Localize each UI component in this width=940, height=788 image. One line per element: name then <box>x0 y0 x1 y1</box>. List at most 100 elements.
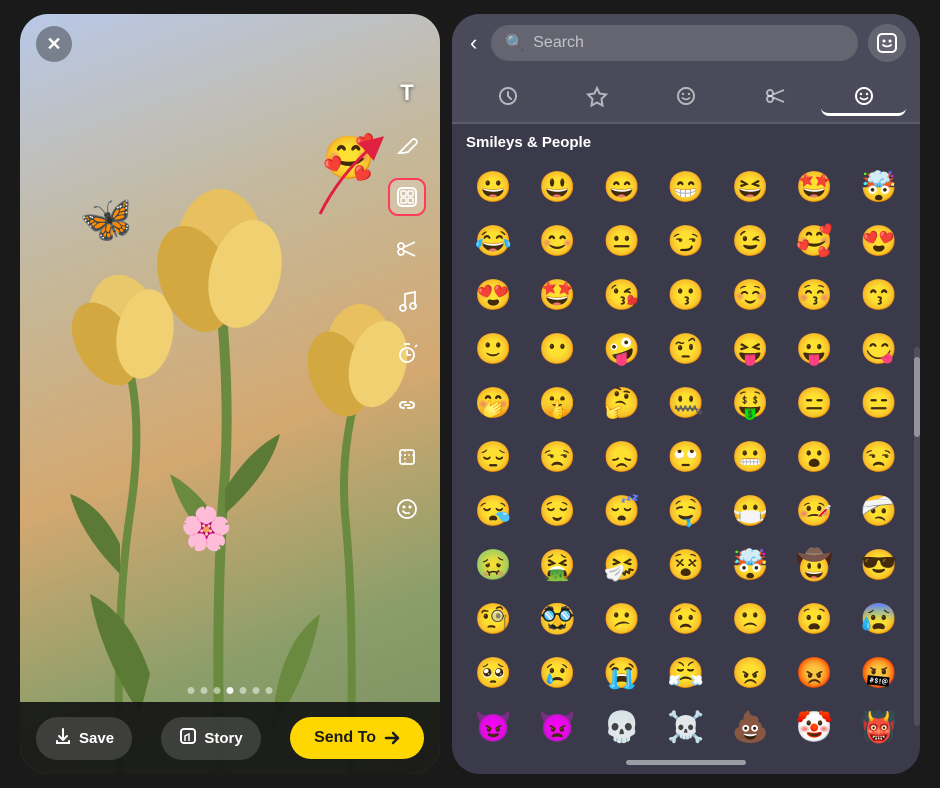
emoji-cell[interactable]: 🤩 <box>783 161 845 213</box>
emoji-cell[interactable]: 😠 <box>719 647 781 699</box>
back-button[interactable]: ‹ <box>466 26 481 60</box>
emoji-cell[interactable]: 😃 <box>526 161 588 213</box>
emoji-cell[interactable]: 😵 <box>655 539 717 591</box>
emoji-cell[interactable]: 😴 <box>591 485 653 537</box>
emoji-cell[interactable]: 😘 <box>591 269 653 321</box>
emoji-cell[interactable]: 🤒 <box>783 485 845 537</box>
emoji-cell[interactable]: 😟 <box>655 593 717 645</box>
butterfly-sticker[interactable]: 🦋 <box>76 190 139 251</box>
tab-favorites[interactable] <box>555 78 640 116</box>
emoji-cell[interactable]: 😞 <box>591 431 653 483</box>
emoji-cell[interactable]: 😗 <box>655 269 717 321</box>
emoji-cell[interactable]: 😰 <box>848 593 910 645</box>
timer-tool-button[interactable] <box>388 334 426 372</box>
emoji-cell[interactable]: 🤢 <box>462 539 524 591</box>
send-to-button[interactable]: Send To <box>290 717 424 759</box>
emoji-cell[interactable]: 😭 <box>591 647 653 699</box>
emoji-cell[interactable]: 😍 <box>848 215 910 267</box>
emoji-cell[interactable]: 🤡 <box>783 701 845 750</box>
emoji-cell[interactable]: 🤯 <box>848 161 910 213</box>
emoji-cell[interactable]: 🤕 <box>848 485 910 537</box>
emoji-cell[interactable]: 🧐 <box>462 593 524 645</box>
story-button[interactable]: Story <box>161 717 260 760</box>
emoji-cell[interactable]: 😬 <box>719 431 781 483</box>
emoji-cell[interactable]: 😙 <box>848 269 910 321</box>
emoji-cell[interactable]: 😑 <box>848 377 910 429</box>
emoji-cell[interactable]: 😁 <box>655 161 717 213</box>
save-button[interactable]: Save <box>36 717 132 760</box>
emoji-cell[interactable]: 😒 <box>848 431 910 483</box>
emoji-cell[interactable]: ☠️ <box>655 701 717 750</box>
emoji-cell[interactable]: 😝 <box>719 323 781 375</box>
emoji-cell[interactable]: 🤩 <box>526 269 588 321</box>
emoji-cell[interactable]: 🤫 <box>526 377 588 429</box>
emoji-cell[interactable]: 🥰 <box>783 215 845 267</box>
draw-tool-button[interactable] <box>388 126 426 164</box>
emoji-cell[interactable]: 🙂 <box>462 323 524 375</box>
emoji-cell[interactable]: 🤮 <box>526 539 588 591</box>
emoji-cell[interactable]: 💀 <box>591 701 653 750</box>
emoji-cell[interactable]: 😶 <box>526 323 588 375</box>
emoji-cell[interactable]: 🤪 <box>591 323 653 375</box>
emoji-cell[interactable]: 🤑 <box>719 377 781 429</box>
link-tool-button[interactable] <box>388 386 426 424</box>
emoji-cell[interactable]: 🤨 <box>655 323 717 375</box>
emoji-grid-wrapper[interactable]: 😀😃😄😁😆🤩🤯😂😊😐😏😉🥰😍😍🤩😘😗☺️😚😙🙂😶🤪🤨😝😛😋🤭🤫🤔🤐🤑😑😑😔😒😞🙄… <box>452 157 920 750</box>
emoji-cell[interactable]: 🤬 <box>848 647 910 699</box>
emoji-icon-button[interactable] <box>868 24 906 62</box>
emoji-cell[interactable]: 🥸 <box>526 593 588 645</box>
emoji-cell[interactable]: 😒 <box>526 431 588 483</box>
search-bar[interactable]: 🔍 Search <box>491 25 858 61</box>
emoji-cell[interactable]: 🥺 <box>462 647 524 699</box>
crop-tool-button[interactable] <box>388 438 426 476</box>
scissors-tool-button[interactable] <box>388 230 426 268</box>
emoji-cell[interactable]: 😋 <box>848 323 910 375</box>
emoji-cell[interactable]: 😑 <box>783 377 845 429</box>
emoji-cell[interactable]: 🤯 <box>719 539 781 591</box>
emoji-cell[interactable]: 😊 <box>526 215 588 267</box>
emoji-cell[interactable]: 😛 <box>783 323 845 375</box>
emoji-cell[interactable]: 🙄 <box>655 431 717 483</box>
emoji-cell[interactable]: 💩 <box>719 701 781 750</box>
text-tool-button[interactable]: T <box>388 74 426 112</box>
music-tool-button[interactable] <box>388 282 426 320</box>
emoji-cell[interactable]: 🤤 <box>655 485 717 537</box>
emoji-cell[interactable]: 👿 <box>526 701 588 750</box>
emoji-cell[interactable]: 😏 <box>655 215 717 267</box>
emoji-cell[interactable]: 😡 <box>783 647 845 699</box>
emoji-cell[interactable]: 😐 <box>591 215 653 267</box>
emoji-cell[interactable]: 😷 <box>719 485 781 537</box>
sticker-tool-button[interactable] <box>388 178 426 216</box>
emoji-cell[interactable]: 😌 <box>526 485 588 537</box>
emoji-cell[interactable]: 😚 <box>783 269 845 321</box>
emoji-cell[interactable]: 😀 <box>462 161 524 213</box>
lens-tool-button[interactable] <box>388 490 426 528</box>
emoji-cell[interactable]: 😈 <box>462 701 524 750</box>
emoji-cell[interactable]: 🤔 <box>591 377 653 429</box>
emoji-cell[interactable]: 😕 <box>591 593 653 645</box>
emoji-cell[interactable]: 🤧 <box>591 539 653 591</box>
emoji-cell[interactable]: 😄 <box>591 161 653 213</box>
emoji-cell[interactable]: 🤭 <box>462 377 524 429</box>
emoji-cell[interactable]: 😉 <box>719 215 781 267</box>
emoji-cell[interactable]: 😆 <box>719 161 781 213</box>
emoji-cell[interactable]: 😂 <box>462 215 524 267</box>
close-button[interactable]: ✕ <box>36 26 72 62</box>
flower-sticker[interactable]: 🌸 <box>180 505 232 554</box>
tab-face2[interactable] <box>821 78 906 116</box>
emoji-cell[interactable]: 😪 <box>462 485 524 537</box>
emoji-cell[interactable]: 🙁 <box>719 593 781 645</box>
emoji-cell[interactable]: 😎 <box>848 539 910 591</box>
tab-scissors[interactable] <box>732 78 817 116</box>
emoji-cell[interactable]: 😤 <box>655 647 717 699</box>
emoji-cell[interactable]: ☺️ <box>719 269 781 321</box>
tab-recent[interactable] <box>466 78 551 116</box>
emoji-cell[interactable]: 😍 <box>462 269 524 321</box>
emoji-cell[interactable]: 🤠 <box>783 539 845 591</box>
emoji-cell[interactable]: 😮 <box>783 431 845 483</box>
emoji-cell[interactable]: 😔 <box>462 431 524 483</box>
emoji-cell[interactable]: 🤐 <box>655 377 717 429</box>
emoji-cell[interactable]: 👹 <box>848 701 910 750</box>
emoji-cell[interactable]: 😢 <box>526 647 588 699</box>
emoji-cell[interactable]: 😧 <box>783 593 845 645</box>
